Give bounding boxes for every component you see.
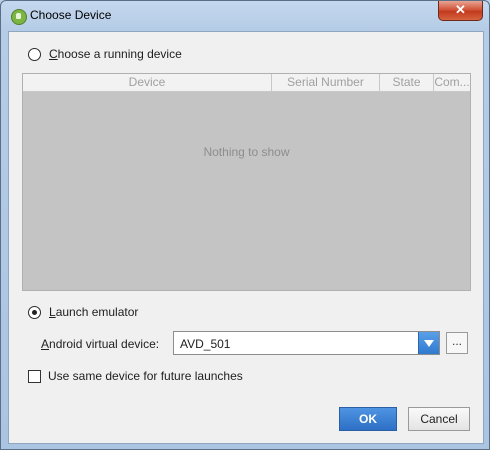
avd-select[interactable]: AVD_501 xyxy=(173,331,440,355)
title-bar[interactable]: Choose Device ✕ xyxy=(1,1,489,31)
avd-label: Android virtual device: xyxy=(41,337,160,351)
close-button[interactable]: ✕ xyxy=(438,1,483,21)
avd-select-value: AVD_501 xyxy=(180,337,231,351)
cancel-button[interactable]: Cancel xyxy=(408,407,470,431)
empty-table-message: Nothing to show xyxy=(203,145,290,159)
browse-avd-button[interactable]: ... xyxy=(446,332,468,354)
choose-device-dialog: Choose Device ✕ Choose a running device … xyxy=(0,0,490,450)
column-compatible[interactable]: Com... xyxy=(434,74,470,91)
column-state[interactable]: State xyxy=(380,74,434,91)
device-table: Device Serial Number State Com... Nothin… xyxy=(22,73,471,291)
column-serial-number[interactable]: Serial Number xyxy=(272,74,380,91)
dialog-content: Choose a running device Device Serial Nu… xyxy=(8,31,484,444)
choose-running-device-label[interactable]: Choose a running device xyxy=(49,47,182,61)
chevron-down-icon[interactable] xyxy=(418,332,439,354)
column-device[interactable]: Device xyxy=(23,74,272,91)
launch-emulator-radio[interactable] xyxy=(28,306,41,319)
android-studio-icon xyxy=(11,9,27,25)
same-device-label[interactable]: Use same device for future launches xyxy=(48,369,243,383)
choose-running-device-radio[interactable] xyxy=(28,48,41,61)
same-device-checkbox[interactable] xyxy=(28,370,41,383)
ok-button[interactable]: OK xyxy=(339,407,397,431)
device-table-header: Device Serial Number State Com... xyxy=(23,74,470,92)
launch-emulator-label[interactable]: Launch emulator xyxy=(49,305,138,319)
dialog-title: Choose Device xyxy=(30,8,112,22)
